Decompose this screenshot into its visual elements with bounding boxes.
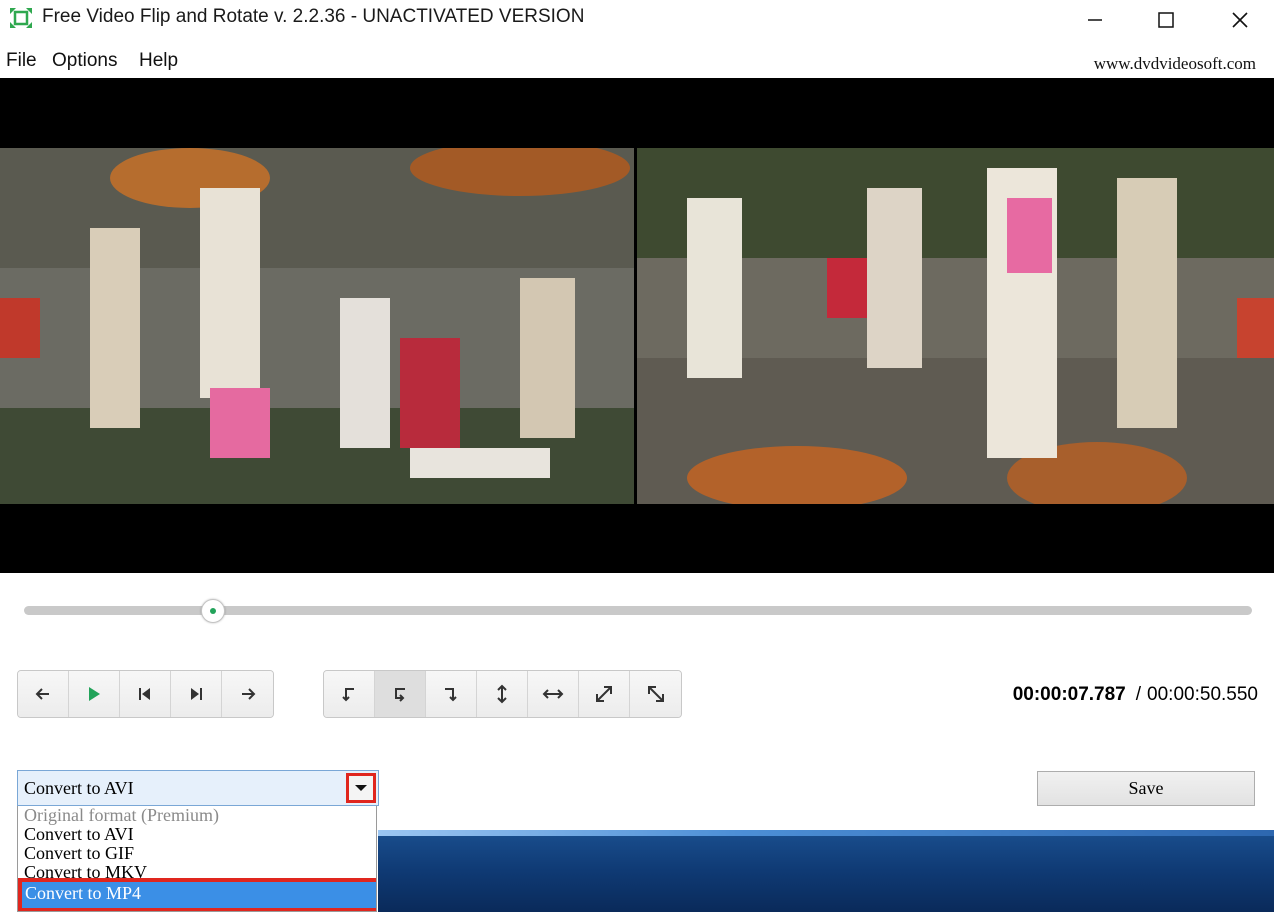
current-time: 00:00:07.787 [1012,684,1126,705]
original-preview [637,148,1274,504]
menu-options[interactable]: Options [52,50,117,72]
format-dropdown-list: Original format (Premium) Convert to AVI… [17,806,377,912]
desktop-background [378,830,1274,912]
rotate-right-icon [445,688,457,702]
rotate-controls [323,670,682,718]
minimize-button[interactable] [1065,0,1125,40]
menu-bar: File Options Help [0,44,1274,78]
close-icon [1232,12,1248,28]
play-button[interactable] [69,671,120,717]
title-bar: Free Video Flip and Rotate v. 2.2.36 - U… [0,0,1274,40]
website-link[interactable]: www.dvdvideosoft.com [1094,54,1256,74]
previous-frame-button[interactable] [120,671,171,717]
rotated-preview [0,148,634,504]
playback-controls [17,670,274,718]
window-title: Free Video Flip and Rotate v. 2.2.36 - U… [42,6,585,27]
back-icon [35,688,49,700]
rotate-right-button[interactable] [426,671,477,717]
close-button[interactable] [1210,0,1270,40]
previous-frame-icon [139,688,150,700]
flip-horizontal-icon [542,689,564,699]
save-button[interactable]: Save [1037,771,1255,806]
maximize-icon [1158,12,1174,28]
format-select-value: Convert to AVI [24,778,134,798]
forward-button[interactable] [222,671,273,717]
rotate-left-flip-icon [395,688,405,702]
time-separator: / [1135,684,1142,705]
menu-help[interactable]: Help [139,50,178,72]
minimize-icon [1088,19,1102,21]
chevron-down-icon [355,785,367,791]
flip-vertical-button[interactable] [477,671,528,717]
rotate-left-icon [342,688,354,702]
format-option-gif[interactable]: Convert to GIF [18,844,376,863]
transpose-button[interactable] [579,671,630,717]
format-dropdown-button[interactable] [346,773,376,803]
video-preview [0,78,1274,573]
app-icon [8,6,34,30]
format-option-mp4[interactable]: Convert to MP4 [18,878,376,911]
menu-file[interactable]: File [6,50,37,72]
maximize-button[interactable] [1136,0,1196,40]
rotate-left-flip-button[interactable] [375,671,426,717]
transpose-icon [596,686,612,702]
rotate-left-button[interactable] [324,671,375,717]
transverse-icon [647,686,664,702]
format-option-avi[interactable]: Convert to AVI [18,825,376,844]
seek-thumb[interactable] [201,599,226,623]
format-select[interactable]: Convert to AVI [17,770,379,806]
time-display: 00:00:07.787 /00:00:50.550 [1013,684,1258,706]
format-option-original: Original format (Premium) [24,806,219,825]
flip-vertical-icon [497,684,507,704]
next-frame-button[interactable] [171,671,222,717]
forward-icon [241,688,255,700]
flip-horizontal-button[interactable] [528,671,579,717]
back-button[interactable] [18,671,69,717]
play-icon [89,687,100,701]
total-time: 00:00:50.550 [1147,684,1258,705]
transverse-button[interactable] [630,671,681,717]
next-frame-icon [191,688,202,700]
